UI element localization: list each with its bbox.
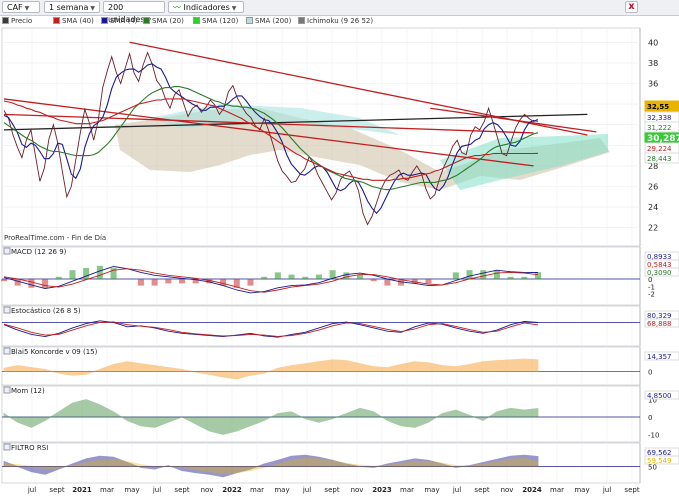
y-tick-label: 40 bbox=[648, 38, 658, 47]
panel-menu-icon bbox=[3, 306, 11, 314]
x-tick-label: nov bbox=[201, 486, 214, 494]
x-tick-label: may bbox=[124, 486, 139, 494]
x-tick-label: nov bbox=[351, 486, 364, 494]
histogram-bar bbox=[42, 279, 49, 288]
source-label: ProRealTime.com - Fin de Día bbox=[4, 234, 106, 242]
histogram-bar bbox=[261, 276, 268, 279]
histogram-bar bbox=[521, 276, 528, 279]
x-tick-label: 2024 bbox=[522, 486, 542, 494]
chart-canvas: jul sept 2021 mar may jul sept nov 2022 mar may jul… bbox=[1, 27, 679, 494]
histogram-bar bbox=[274, 272, 281, 279]
x-tick-label: nov bbox=[501, 486, 514, 494]
x-tick-label: sept bbox=[49, 486, 64, 494]
x-tick-label: sept bbox=[324, 486, 339, 494]
x-tick-label: 2021 bbox=[72, 486, 92, 494]
histogram-bar bbox=[179, 279, 185, 284]
panel-title: MACD (12 26 9) bbox=[11, 248, 67, 256]
histogram-bar bbox=[370, 279, 377, 282]
histogram-bar bbox=[452, 272, 459, 279]
last-value-label: 32,338 bbox=[647, 114, 672, 122]
histogram-bar bbox=[425, 279, 432, 284]
histogram-bar bbox=[507, 276, 514, 279]
y-tick-label: 38 bbox=[648, 59, 658, 68]
panel-frame bbox=[1, 305, 641, 347]
last-value-label: 4,8500 bbox=[647, 392, 672, 400]
last-value-label: 29,224 bbox=[647, 145, 672, 153]
histogram-bar bbox=[302, 276, 309, 279]
x-tick-label: may bbox=[424, 486, 439, 494]
last-value-label: 59,549 bbox=[647, 457, 672, 465]
y-tick-label: -10 bbox=[648, 432, 659, 440]
x-tick-label: jul bbox=[452, 486, 461, 494]
histogram-bar bbox=[96, 265, 103, 279]
histogram-bar bbox=[493, 270, 500, 279]
x-tick-label: mar bbox=[550, 486, 564, 494]
panel-title: Blai5 Koncorde v 09 (15) bbox=[11, 348, 98, 356]
y-tick-label: 24 bbox=[648, 203, 658, 212]
panel-title: Estocástico (26 8 5) bbox=[11, 307, 81, 315]
x-tick-label: jul bbox=[152, 486, 161, 494]
histogram-bar bbox=[535, 272, 541, 279]
last-value-label: 28,443 bbox=[647, 155, 672, 163]
y-tick-label: 0 bbox=[648, 368, 652, 376]
x-tick-label: sept bbox=[474, 486, 489, 494]
histogram-bar bbox=[343, 272, 350, 279]
last-value-label: 0,3090 bbox=[647, 269, 672, 277]
panel-title: FILTRO RSI bbox=[11, 444, 48, 452]
y-tick-label: 36 bbox=[648, 80, 658, 89]
x-tick-label: mar bbox=[400, 486, 414, 494]
y-tick-label: 0 bbox=[648, 414, 652, 422]
last-value-label: 68,888 bbox=[647, 320, 672, 328]
x-tick-label: jul bbox=[302, 486, 311, 494]
x-tick-label: mar bbox=[250, 486, 264, 494]
last-value-label: 14,357 bbox=[647, 353, 672, 361]
panel-menu-icon bbox=[3, 347, 11, 355]
panel-menu-icon bbox=[3, 247, 11, 255]
histogram-bar bbox=[384, 279, 391, 286]
y-tick-label: 22 bbox=[648, 224, 658, 233]
last-value-label: 31,222 bbox=[647, 124, 672, 132]
histogram-bar bbox=[247, 279, 254, 286]
panel-title: Mom (12) bbox=[11, 387, 45, 395]
x-tick-label: 2023 bbox=[372, 486, 392, 494]
x-tick-label: sept bbox=[624, 486, 639, 494]
x-tick-label: may bbox=[574, 486, 589, 494]
x-tick-label: may bbox=[274, 486, 289, 494]
histogram-bar bbox=[466, 270, 473, 279]
histogram-bar bbox=[137, 279, 144, 286]
histogram-bar bbox=[14, 279, 21, 286]
histogram-bar bbox=[288, 274, 295, 279]
x-tick-label: 2022 bbox=[222, 486, 242, 494]
histogram-bar bbox=[480, 270, 487, 279]
histogram-bar bbox=[165, 279, 172, 284]
x-tick-label: sept bbox=[174, 486, 189, 494]
histogram-bar bbox=[1, 279, 7, 282]
histogram-bar bbox=[151, 279, 158, 286]
panel-menu-icon bbox=[3, 443, 11, 451]
histogram-bar bbox=[315, 274, 322, 279]
x-tick-label: jul bbox=[27, 486, 36, 494]
x-tick-label: mar bbox=[100, 486, 114, 494]
x-tick-label: jul bbox=[602, 486, 611, 494]
y-tick-label: -2 bbox=[648, 291, 655, 299]
panel-menu-icon bbox=[3, 386, 11, 394]
y-tick-label: 26 bbox=[648, 183, 658, 192]
histogram-bar bbox=[69, 270, 76, 279]
histogram-bar bbox=[55, 276, 62, 279]
last-value-label: 32,55 bbox=[647, 103, 669, 111]
histogram-bar bbox=[28, 279, 35, 288]
